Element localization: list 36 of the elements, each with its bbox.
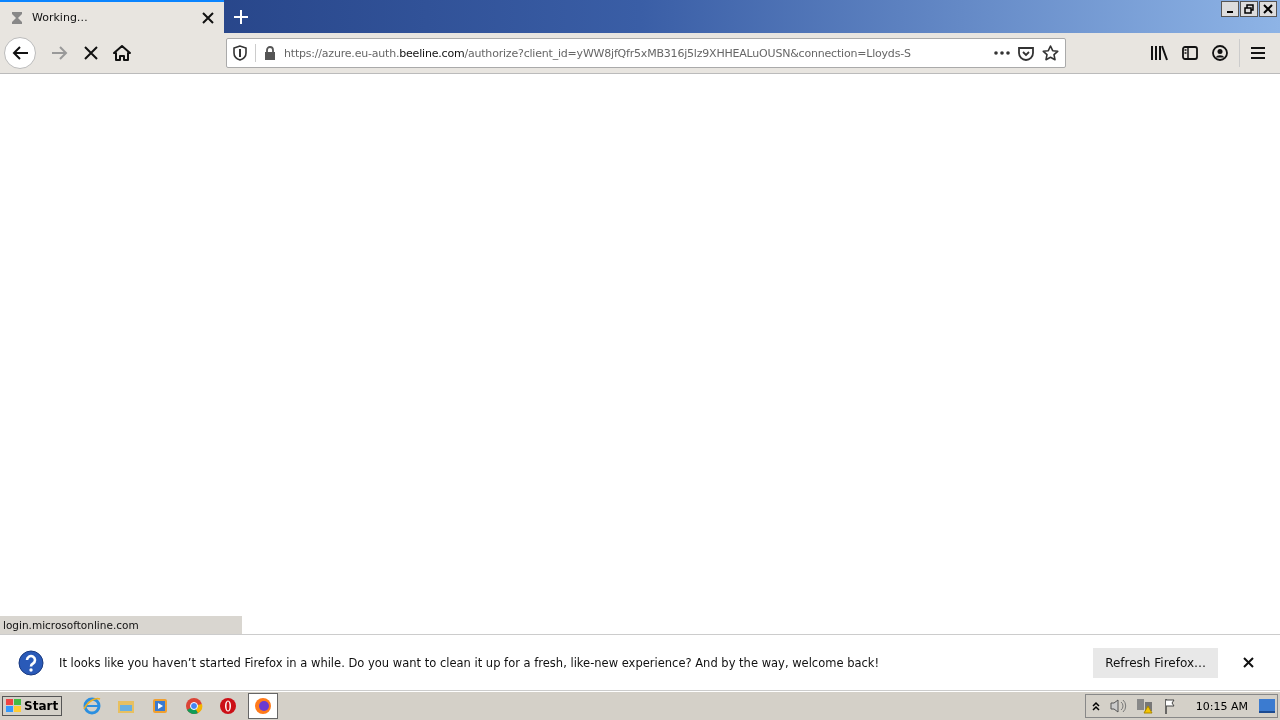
new-tab-icon[interactable] [234,9,248,24]
home-icon[interactable] [113,45,131,61]
back-arrow-icon [11,45,29,61]
stop-icon[interactable] [83,45,99,61]
close-icon [1263,4,1273,14]
library-icon[interactable] [1150,45,1168,61]
close-icon[interactable] [202,11,214,24]
question-icon [18,649,44,676]
windows-logo-icon [6,699,22,713]
speaker-icon[interactable] [1108,698,1127,714]
close-icon[interactable] [1243,657,1254,668]
minimize-button[interactable] [1221,1,1239,17]
refresh-firefox-button[interactable]: Refresh Firefox… [1093,647,1218,678]
shield-icon[interactable] [233,45,247,61]
restore-icon [1244,4,1254,14]
close-button[interactable] [1259,1,1277,17]
firefox-taskbar-icon[interactable] [248,693,279,719]
lock-icon[interactable] [264,46,276,60]
clock[interactable]: 10:15 AM [1195,699,1248,713]
sidebar-icon[interactable] [1182,46,1198,60]
start-button[interactable]: Start [2,696,63,716]
status-link-url: login.microsoftonline.com [0,616,242,634]
pocket-icon[interactable] [1018,45,1034,61]
network-warning-icon[interactable] [1135,698,1154,714]
hourglass-icon [10,10,24,25]
notification-message: It looks like you haven’t started Firefox in a while. Do you want to clean it up for a fresh, like-new experience? And by the way, welcome back! [59,655,880,670]
menu-icon[interactable] [1251,47,1265,59]
tab-title: Working… [32,11,89,24]
back-button[interactable] [4,37,36,69]
show-hidden-icons-icon[interactable] [1091,701,1100,711]
restore-button[interactable] [1240,1,1258,17]
more-icon[interactable] [994,51,1010,55]
browser-tab[interactable]: Working… [0,0,224,33]
account-icon[interactable] [1212,45,1228,61]
star-icon[interactable] [1042,45,1059,61]
minimize-icon [1227,11,1233,13]
